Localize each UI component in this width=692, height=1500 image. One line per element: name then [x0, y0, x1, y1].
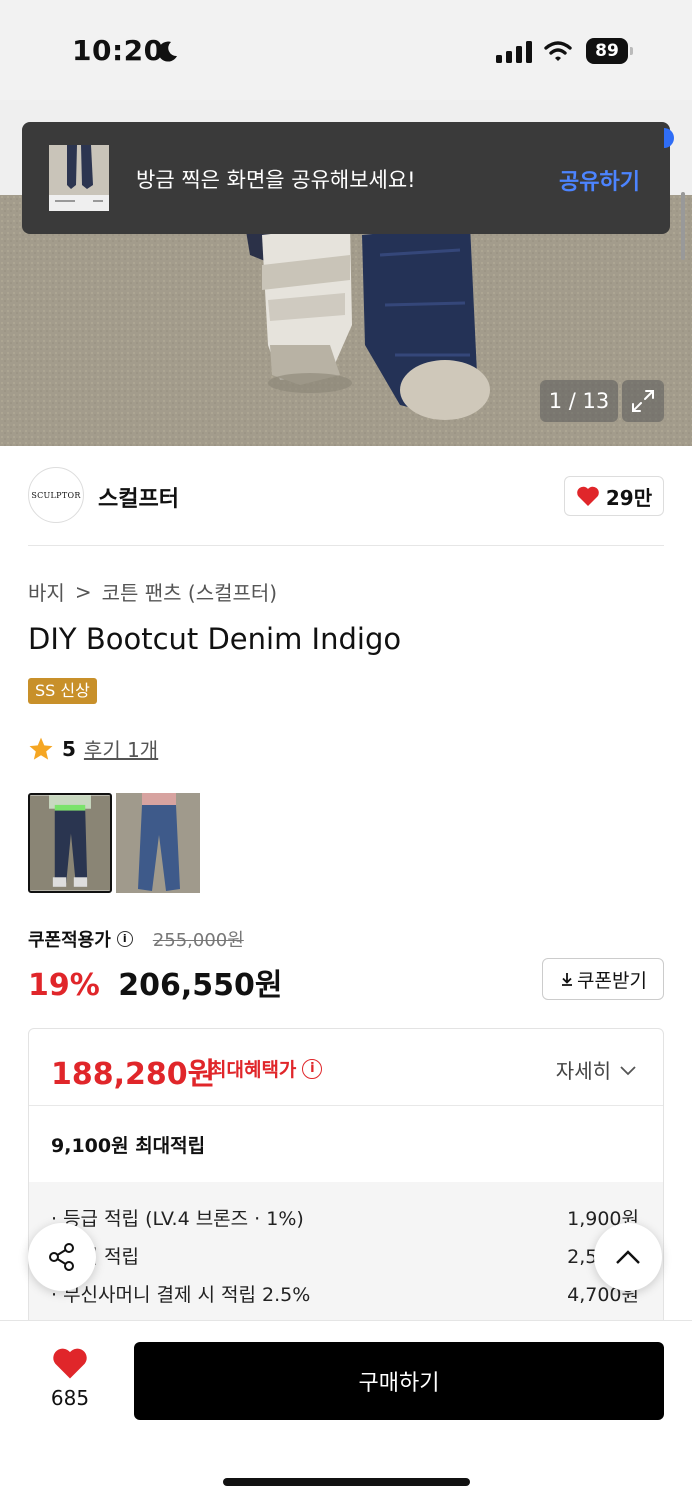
bottom-action-bar: 685 구매하기 — [0, 1320, 692, 1500]
points-item-label: · 무신사머니 결제 시 적립 2.5% — [51, 1284, 311, 1306]
color-option-thumbnail[interactable] — [28, 793, 112, 893]
max-points: 9,100원 최대적립 — [51, 1135, 206, 1157]
sale-price: 206,550원 — [118, 968, 283, 1003]
rating-score: 5 — [62, 736, 76, 761]
brand-logo[interactable]: SCULPTOR — [28, 467, 84, 523]
get-coupon-label: 쿠폰받기 — [577, 969, 647, 992]
scrollbar[interactable] — [681, 192, 685, 260]
get-coupon-button[interactable]: 쿠폰받기 — [542, 958, 664, 1000]
points-item: · 무신사머니 결제 시 적립 2.5% 4,700원 — [51, 1280, 639, 1307]
coupon-price-label: 쿠폰적용가 i 255,000원 — [28, 926, 244, 952]
detail-toggle[interactable]: 자세히 — [556, 1055, 637, 1084]
color-option-thumbnail[interactable] — [116, 793, 200, 893]
heart-icon — [53, 1348, 87, 1379]
breadcrumb-separator: > — [74, 579, 92, 604]
wifi-icon — [544, 41, 572, 61]
discount-rate: 19% — [28, 968, 100, 1003]
breadcrumb: 바지 > 코튼 팬츠 (스컬프터) — [28, 577, 277, 606]
points-item-label: · 등급 적립 (LV.4 브론즈 · 1%) — [51, 1208, 304, 1230]
status-time: 10:20 — [72, 34, 164, 67]
breadcrumb-subcategory[interactable]: 코튼 팬츠 (스컬프터) — [102, 577, 278, 606]
wish-button[interactable]: 685 — [40, 1346, 100, 1410]
chevron-down-icon — [620, 1065, 636, 1075]
max-benefit-price: 188,280원 — [51, 1057, 216, 1092]
heart-icon — [577, 486, 599, 506]
breadcrumb-category[interactable]: 바지 — [28, 577, 65, 606]
benefit-box: 188,280원 최대혜택가 i 자세히 9,100원 최대적립 · 등급 적립… — [28, 1028, 664, 1328]
new-badge: SS 신상 — [28, 678, 97, 704]
share-button[interactable] — [28, 1223, 96, 1291]
battery-level: 89 — [586, 38, 628, 64]
points-item: · 후기 적립 2,500원 — [51, 1242, 639, 1269]
brand-like-button[interactable]: 29만 — [564, 476, 664, 516]
buy-button[interactable]: 구매하기 — [134, 1342, 664, 1420]
download-icon — [562, 973, 573, 986]
expand-image-button[interactable] — [622, 380, 664, 422]
points-list: · 등급 적립 (LV.4 브론즈 · 1%) 1,900원 · 후기 적립 2… — [29, 1182, 663, 1327]
detail-toggle-label: 자세히 — [555, 1059, 611, 1083]
benefit-header[interactable]: 188,280원 최대혜택가 i 자세히 — [29, 1029, 663, 1106]
review-link[interactable]: 후기 1개 — [84, 734, 158, 763]
points-item: · 등급 적립 (LV.4 브론즈 · 1%) 1,900원 — [51, 1204, 639, 1231]
brand-name[interactable]: 스컬프터 — [98, 481, 179, 513]
chevron-up-icon — [616, 1250, 640, 1264]
share-toast: 방금 찍은 화면을 공유해보세요! 공유하기 — [22, 122, 670, 234]
expand-icon — [632, 390, 654, 412]
original-price: 255,000원 — [152, 930, 244, 951]
share-icon — [49, 1243, 74, 1271]
price-row: 19% 206,550원 — [28, 960, 283, 1004]
brand-like-count: 29만 — [605, 485, 653, 510]
coupon-price-text: 쿠폰적용가 — [28, 930, 111, 951]
battery-icon: 89 — [586, 38, 634, 64]
moon-icon — [158, 41, 177, 62]
status-bar: 10:20 89 — [0, 0, 692, 100]
home-indicator[interactable] — [223, 1478, 470, 1486]
cellular-signal-icon — [496, 41, 532, 63]
toast-share-button[interactable]: 공유하기 — [559, 164, 640, 196]
wish-count: 685 — [50, 1386, 90, 1410]
divider — [28, 545, 664, 546]
toast-message: 방금 찍은 화면을 공유해보세요! — [136, 168, 416, 192]
info-icon[interactable]: i — [302, 1058, 323, 1079]
rating: 5 후기 1개 — [28, 734, 158, 763]
toast-thumbnail — [49, 145, 109, 211]
star-icon — [29, 737, 53, 760]
scroll-to-top-button[interactable] — [594, 1223, 662, 1291]
info-icon[interactable]: i — [116, 931, 133, 947]
max-benefit-text: 최대혜택가 — [209, 1059, 297, 1081]
product-title: DIY Bootcut Denim Indigo — [28, 622, 402, 656]
max-benefit-label: 최대혜택가 i — [209, 1055, 323, 1082]
image-counter: 1 / 13 — [540, 380, 618, 422]
